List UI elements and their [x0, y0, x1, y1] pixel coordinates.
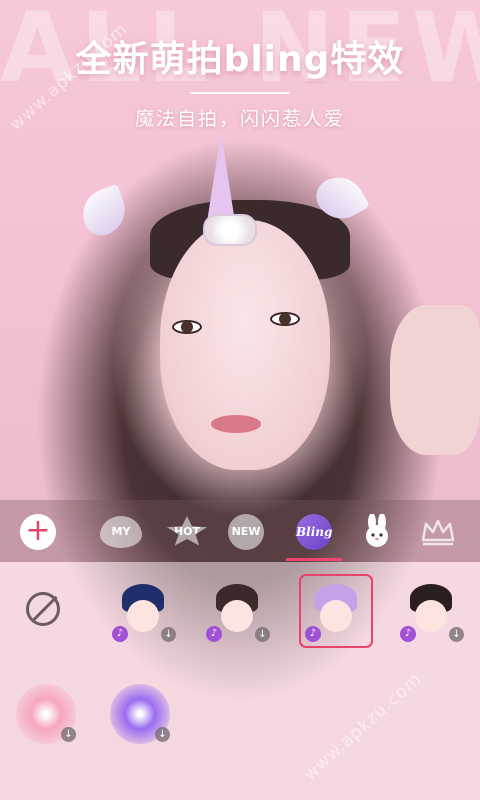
- category-crown-icon[interactable]: [418, 516, 458, 548]
- category-bunny-icon[interactable]: [360, 513, 394, 548]
- category-bling-icon[interactable]: Bling: [296, 514, 332, 550]
- left-eye: [172, 320, 202, 334]
- download-icon: ↓: [155, 727, 170, 742]
- category-new-icon[interactable]: NEW: [228, 514, 264, 550]
- category-my-heart-icon[interactable]: MY: [100, 516, 142, 548]
- selected-category-indicator: [286, 558, 342, 561]
- subheadline: 魔法自拍，闪闪惹人爱: [134, 108, 345, 130]
- lips: [211, 415, 261, 433]
- music-note-icon: ♪: [206, 626, 222, 642]
- music-note-icon: ♪: [305, 626, 321, 642]
- right-eye: [270, 312, 300, 326]
- no-effect-icon[interactable]: [26, 592, 60, 626]
- face: [160, 220, 330, 470]
- effect-purple-sparkle[interactable]: ↓: [110, 684, 170, 744]
- download-icon: ↓: [61, 727, 76, 742]
- effect-bun-hair-avatar[interactable]: ♪ ↓: [204, 578, 270, 644]
- effect-blue-hair-avatar[interactable]: ♪ ↓: [110, 578, 176, 644]
- music-note-icon: ♪: [112, 626, 128, 642]
- download-icon: ↓: [161, 627, 176, 642]
- download-icon: ↓: [255, 627, 270, 642]
- effect-cat-ear-avatar[interactable]: ♪ ↓: [398, 578, 464, 644]
- effect-pink-sparkle[interactable]: ↓: [16, 684, 76, 744]
- pearl-crown-sticker: [203, 214, 257, 246]
- headline-divider: [190, 92, 290, 94]
- add-effect-button[interactable]: +: [20, 514, 56, 550]
- unicorn-horn-sticker: [207, 132, 235, 222]
- download-icon: ↓: [449, 627, 464, 642]
- music-note-icon: ♪: [400, 626, 416, 642]
- effect-unicorn-avatar[interactable]: ♪: [299, 574, 373, 648]
- hand: [390, 305, 480, 455]
